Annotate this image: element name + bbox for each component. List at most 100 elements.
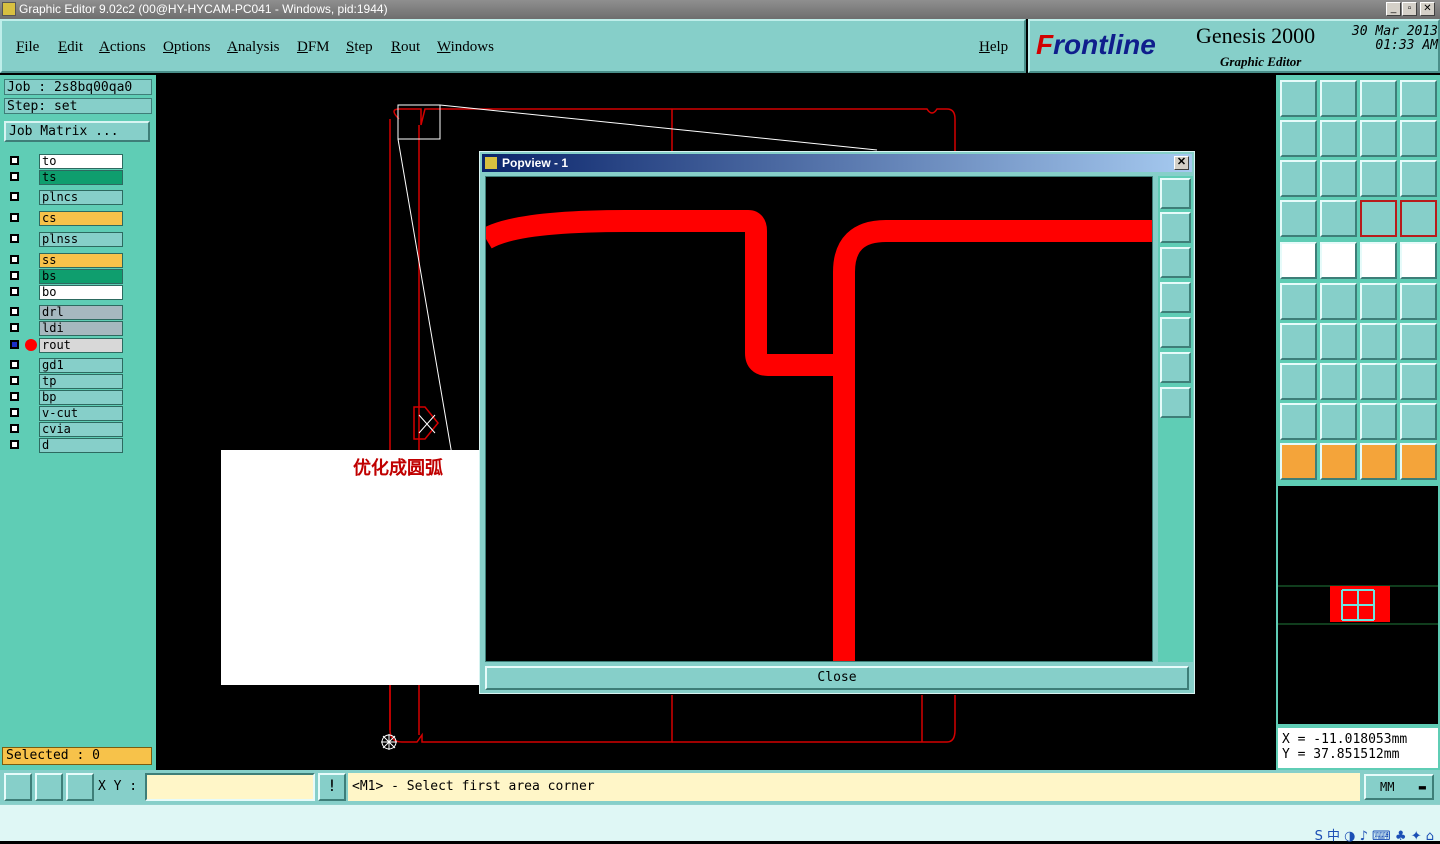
layer-checkbox[interactable] bbox=[10, 172, 19, 181]
layer-checkbox[interactable] bbox=[10, 156, 19, 165]
move-icon[interactable] bbox=[1280, 363, 1317, 400]
layer-name[interactable]: plncs bbox=[39, 190, 123, 205]
zoom-in-icon[interactable] bbox=[1280, 120, 1317, 157]
menu-analysis[interactable]: Analysis bbox=[227, 39, 280, 56]
angle-icon[interactable] bbox=[1280, 323, 1317, 360]
measure-mode-icon[interactable] bbox=[35, 773, 63, 801]
redraw-icon[interactable] bbox=[1360, 120, 1397, 157]
swap-icon[interactable] bbox=[1400, 120, 1437, 157]
layer-row-ldi[interactable]: ldi bbox=[5, 321, 125, 336]
menu-edit[interactable]: Edit bbox=[58, 39, 83, 56]
layer-checkbox[interactable] bbox=[10, 340, 19, 349]
home-icon[interactable] bbox=[1360, 80, 1397, 117]
line-icon[interactable] bbox=[1320, 242, 1357, 279]
layer-name[interactable]: bo bbox=[39, 285, 123, 300]
layer-row-cs[interactable]: cs bbox=[5, 211, 125, 226]
layer-row-tp[interactable]: tp bbox=[5, 374, 125, 389]
layer-checkbox[interactable] bbox=[10, 440, 19, 449]
layer-row-to[interactable]: to bbox=[5, 154, 125, 169]
arc-icon[interactable] bbox=[1360, 323, 1397, 360]
select-box-icon[interactable] bbox=[1320, 443, 1357, 480]
layer-name[interactable]: ldi bbox=[39, 321, 123, 336]
select-icon[interactable] bbox=[1280, 443, 1317, 480]
help-icon[interactable] bbox=[1400, 160, 1437, 197]
layer-name[interactable]: drl bbox=[39, 305, 123, 320]
triangle4-icon[interactable] bbox=[1400, 403, 1437, 440]
popview-zoom-icon[interactable] bbox=[1160, 178, 1191, 209]
popview-close-icon[interactable]: ✕ bbox=[1174, 156, 1189, 170]
layer-row-bo[interactable]: bo bbox=[5, 285, 125, 300]
center-icon[interactable] bbox=[1320, 160, 1357, 197]
scale-icon[interactable] bbox=[1360, 160, 1397, 197]
popview-center-icon[interactable] bbox=[1160, 387, 1191, 418]
layer-name[interactable]: plnss bbox=[39, 232, 123, 247]
overview-map[interactable] bbox=[1278, 486, 1438, 724]
layer-row-bp[interactable]: bp bbox=[5, 390, 125, 405]
pointer-icon[interactable] bbox=[1280, 242, 1317, 279]
menu-dfm[interactable]: DFM bbox=[297, 39, 330, 56]
layer-checkbox[interactable] bbox=[10, 360, 19, 369]
layer-row-rout[interactable]: rout bbox=[5, 338, 125, 353]
layer-name[interactable]: gd1 bbox=[39, 358, 123, 373]
ruler-icon[interactable] bbox=[1360, 242, 1397, 279]
popview-canvas[interactable] bbox=[480, 176, 1153, 665]
connect-icon[interactable] bbox=[1280, 283, 1317, 320]
layer-checkbox[interactable] bbox=[10, 376, 19, 385]
layer-checkbox[interactable] bbox=[10, 323, 19, 332]
layer-name[interactable]: cvia bbox=[39, 422, 123, 437]
job-matrix-button[interactable]: Job Matrix ... bbox=[4, 121, 150, 142]
open-job-icon[interactable] bbox=[1280, 80, 1317, 117]
popview-close-button[interactable]: Close bbox=[485, 666, 1189, 690]
settings-icon[interactable] bbox=[1280, 200, 1317, 237]
layer-checkbox[interactable] bbox=[10, 424, 19, 433]
layer-checkbox[interactable] bbox=[10, 255, 19, 264]
layer-row-plncs[interactable]: plncs bbox=[5, 190, 125, 205]
grid-mode-icon[interactable] bbox=[66, 773, 94, 801]
layer-checkbox[interactable] bbox=[10, 271, 19, 280]
layer-checkbox[interactable] bbox=[10, 392, 19, 401]
layer-row-drl[interactable]: drl bbox=[5, 305, 125, 320]
window-icon[interactable] bbox=[1400, 80, 1437, 117]
minimize-button[interactable]: _ bbox=[1386, 2, 1401, 16]
layer-row-cvia[interactable]: cvia bbox=[5, 422, 125, 437]
menu-options[interactable]: Options bbox=[163, 39, 211, 56]
select-area-icon[interactable] bbox=[1360, 443, 1397, 480]
layer-name[interactable]: v-cut bbox=[39, 406, 123, 421]
join-icon[interactable] bbox=[1320, 363, 1357, 400]
popview-pan-left-icon[interactable] bbox=[1160, 282, 1191, 313]
grid-icon[interactable] bbox=[1320, 200, 1357, 237]
select-net-icon[interactable] bbox=[1400, 443, 1437, 480]
layer-name[interactable]: cs bbox=[39, 211, 123, 226]
node-icon[interactable] bbox=[1360, 283, 1397, 320]
layer-name[interactable]: ss bbox=[39, 253, 123, 268]
layer-name[interactable]: bp bbox=[39, 390, 123, 405]
menu-file[interactable]: File bbox=[16, 39, 39, 56]
layer-checkbox[interactable] bbox=[10, 213, 19, 222]
node2-icon[interactable] bbox=[1400, 283, 1437, 320]
xy-input[interactable] bbox=[145, 773, 315, 801]
fit-screen-icon[interactable] bbox=[1280, 160, 1317, 197]
layer-checkbox[interactable] bbox=[10, 287, 19, 296]
layer-name[interactable]: tp bbox=[39, 374, 123, 389]
menu-rout[interactable]: Rout bbox=[391, 39, 420, 56]
layer-checkbox[interactable] bbox=[10, 408, 19, 417]
layer-name[interactable]: to bbox=[39, 154, 123, 169]
shape-icon[interactable] bbox=[1400, 363, 1437, 400]
popview-pan-down-icon[interactable] bbox=[1160, 247, 1191, 278]
save-icon[interactable] bbox=[1320, 80, 1357, 117]
alert-icon[interactable]: ! bbox=[318, 773, 346, 801]
layer-row-plnss[interactable]: plnss bbox=[5, 232, 125, 247]
triangle2-icon[interactable] bbox=[1320, 403, 1357, 440]
cross-icon[interactable] bbox=[1320, 283, 1357, 320]
layer-name[interactable]: rout bbox=[39, 338, 123, 353]
layer-checkbox[interactable] bbox=[10, 234, 19, 243]
units-select[interactable]: MM ▬ bbox=[1364, 774, 1434, 800]
layer-row-d[interactable]: d bbox=[5, 438, 125, 453]
layer-checkbox[interactable] bbox=[10, 192, 19, 201]
layer-row-v-cut[interactable]: v-cut bbox=[5, 406, 125, 421]
snap-mode-icon[interactable] bbox=[4, 773, 32, 801]
menu-help[interactable]: Help bbox=[979, 39, 1008, 56]
pad-icon[interactable] bbox=[1400, 242, 1437, 279]
layers-icon[interactable] bbox=[1360, 200, 1397, 237]
zoom-out-icon[interactable] bbox=[1320, 120, 1357, 157]
